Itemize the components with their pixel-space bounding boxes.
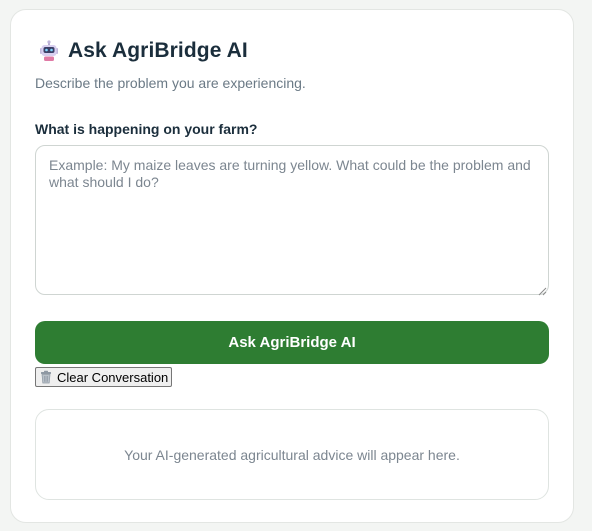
problem-field-label: What is happening on your farm? [35, 121, 258, 137]
page-subtitle: Describe the problem you are experiencin… [35, 75, 306, 91]
resize-grip-icon[interactable] [537, 283, 547, 296]
clear-conversation-label: Clear Conversation [57, 369, 169, 385]
problem-textarea[interactable] [35, 145, 549, 295]
clear-conversation-button[interactable]: Clear Conversation [35, 367, 173, 387]
card-header: Ask AgriBridge AI [38, 39, 248, 63]
response-placeholder: Your AI-generated agricultural advice wi… [124, 446, 460, 463]
page-title: Ask AgriBridge AI [68, 39, 248, 62]
ask-ai-card: Ask AgriBridge AI Describe the problem y… [10, 9, 574, 523]
trash-icon [39, 370, 53, 384]
ask-ai-button[interactable]: Ask AgriBridge AI [35, 321, 549, 364]
response-panel: Your AI-generated agricultural advice wi… [35, 409, 549, 500]
robot-icon [38, 40, 60, 62]
